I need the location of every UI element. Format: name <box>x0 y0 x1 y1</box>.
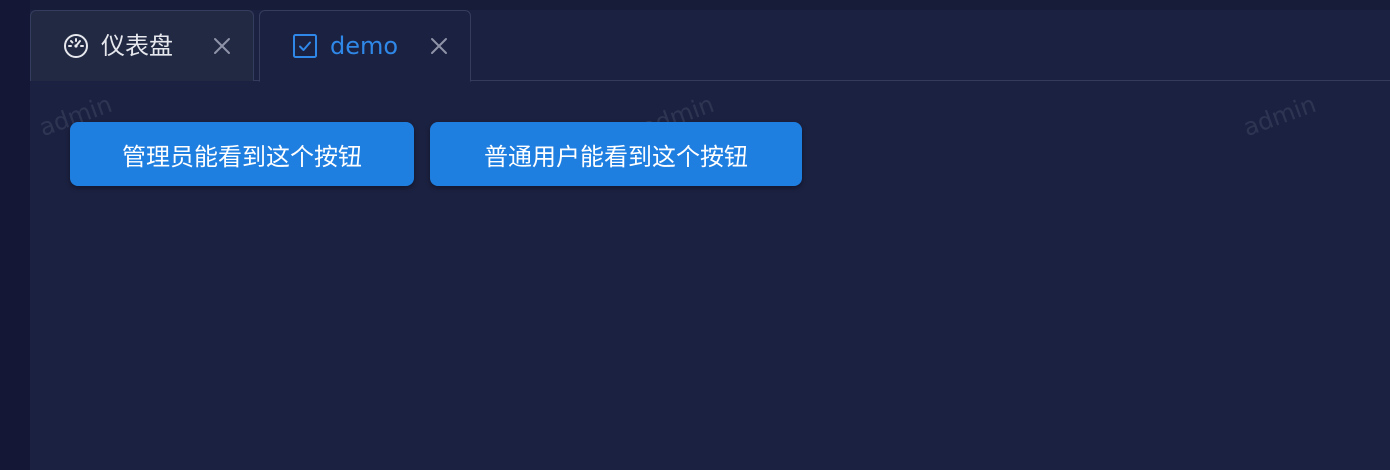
tab-demo-label: demo <box>330 32 399 60</box>
dashboard-gauge-icon <box>63 33 89 59</box>
close-icon[interactable] <box>428 35 450 57</box>
close-icon[interactable] <box>211 35 233 57</box>
tab-dashboard[interactable]: 仪表盘 <box>30 10 254 81</box>
watermark-text: admin <box>1239 89 1320 143</box>
tab-dashboard-label: 仪表盘 <box>101 32 173 60</box>
main-panel: 仪表盘 demo admin admin admin 管理员能看到这个按钮 普通… <box>30 10 1390 470</box>
left-sidebar <box>0 0 30 470</box>
button-row: 管理员能看到这个按钮 普通用户能看到这个按钮 <box>70 122 802 186</box>
top-header-strip <box>30 0 1390 10</box>
tab-demo[interactable]: demo <box>259 10 471 82</box>
app-root: 仪表盘 demo admin admin admin 管理员能看到这个按钮 普通… <box>0 0 1390 470</box>
admin-visible-button[interactable]: 管理员能看到这个按钮 <box>70 122 414 186</box>
tab-bar: 仪表盘 demo <box>30 10 1390 82</box>
checkbox-icon <box>292 33 318 59</box>
user-visible-button[interactable]: 普通用户能看到这个按钮 <box>430 122 802 186</box>
